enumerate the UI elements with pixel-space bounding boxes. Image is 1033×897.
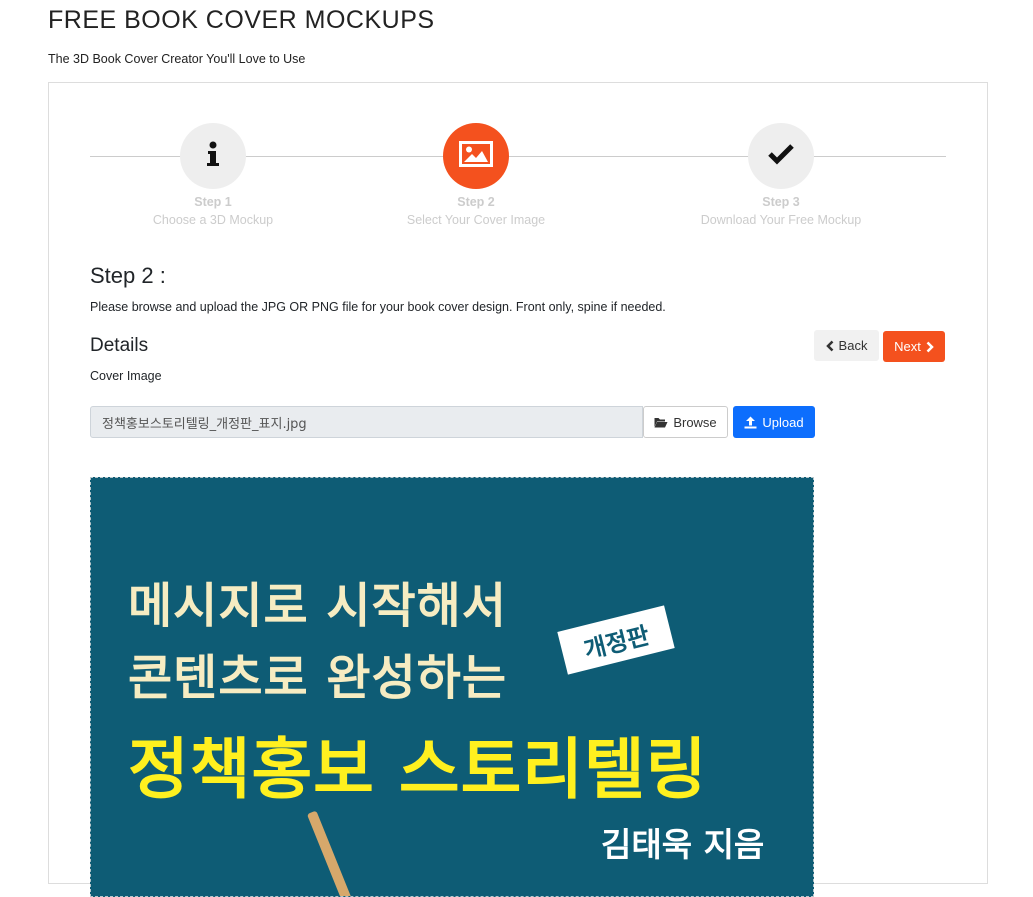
step-2[interactable]: Step 2 Select Your Cover Image [366, 123, 586, 227]
step-1-label: Step 1 [194, 195, 232, 209]
upload-label: Upload [762, 414, 804, 430]
next-button[interactable]: Next [883, 331, 945, 362]
folder-open-icon [654, 417, 668, 428]
cover-line-2: 콘텐츠로 완성하는 [128, 650, 507, 706]
back-button[interactable]: Back [814, 330, 879, 361]
cover-file-input[interactable]: 정책홍보스토리텔링_개정판_표지.jpg [90, 406, 643, 438]
step-3[interactable]: Step 3 Download Your Free Mockup [671, 123, 891, 227]
cover-image-label: Cover Image [90, 369, 162, 383]
cover-title: 정책홍보 스토리텔링 [128, 731, 708, 808]
step-3-label: Step 3 [762, 195, 800, 209]
details-heading: Details [90, 335, 149, 356]
info-icon [205, 141, 221, 172]
site-subtitle: The 3D Book Cover Creator You'll Love to… [48, 52, 306, 66]
step-heading: Step 2 : [90, 263, 166, 288]
cover-line-1: 메시지로 시작해서 [128, 578, 507, 634]
browse-label: Browse [673, 414, 717, 430]
cover-author: 김태욱 지음 [601, 825, 765, 864]
image-icon [459, 140, 493, 172]
step-3-circle [748, 123, 814, 189]
step-2-label: Step 2 [457, 195, 495, 209]
check-icon [767, 143, 795, 170]
cover-image-preview: 메시지로 시작해서 콘텐츠로 완성하는 개정판 정책홍보 스토리텔링 김태욱 지… [90, 477, 814, 897]
chevron-right-icon [926, 341, 934, 353]
upload-button[interactable]: Upload [733, 406, 815, 438]
site-title: FREE BOOK COVER MOCKUPS [48, 6, 435, 34]
step-3-desc: Download Your Free Mockup [700, 213, 862, 227]
step-2-circle [443, 123, 509, 189]
upload-icon [744, 416, 757, 429]
browse-button[interactable]: Browse [643, 406, 728, 438]
chevron-left-icon [825, 340, 834, 352]
wizard-card: Step 1 Choose a 3D Mockup Step 2 Select … [48, 82, 988, 897]
step-1-circle [180, 123, 246, 189]
step-2-desc: Select Your Cover Image [406, 213, 546, 227]
step-1[interactable]: Step 1 Choose a 3D Mockup [103, 123, 323, 227]
cover-badge: 개정판 [557, 605, 675, 675]
back-label: Back [838, 338, 868, 353]
instructions: Please browse and upload the JPG OR PNG … [90, 300, 666, 314]
step-1-desc: Choose a 3D Mockup [152, 213, 274, 227]
next-label: Next [894, 339, 921, 354]
